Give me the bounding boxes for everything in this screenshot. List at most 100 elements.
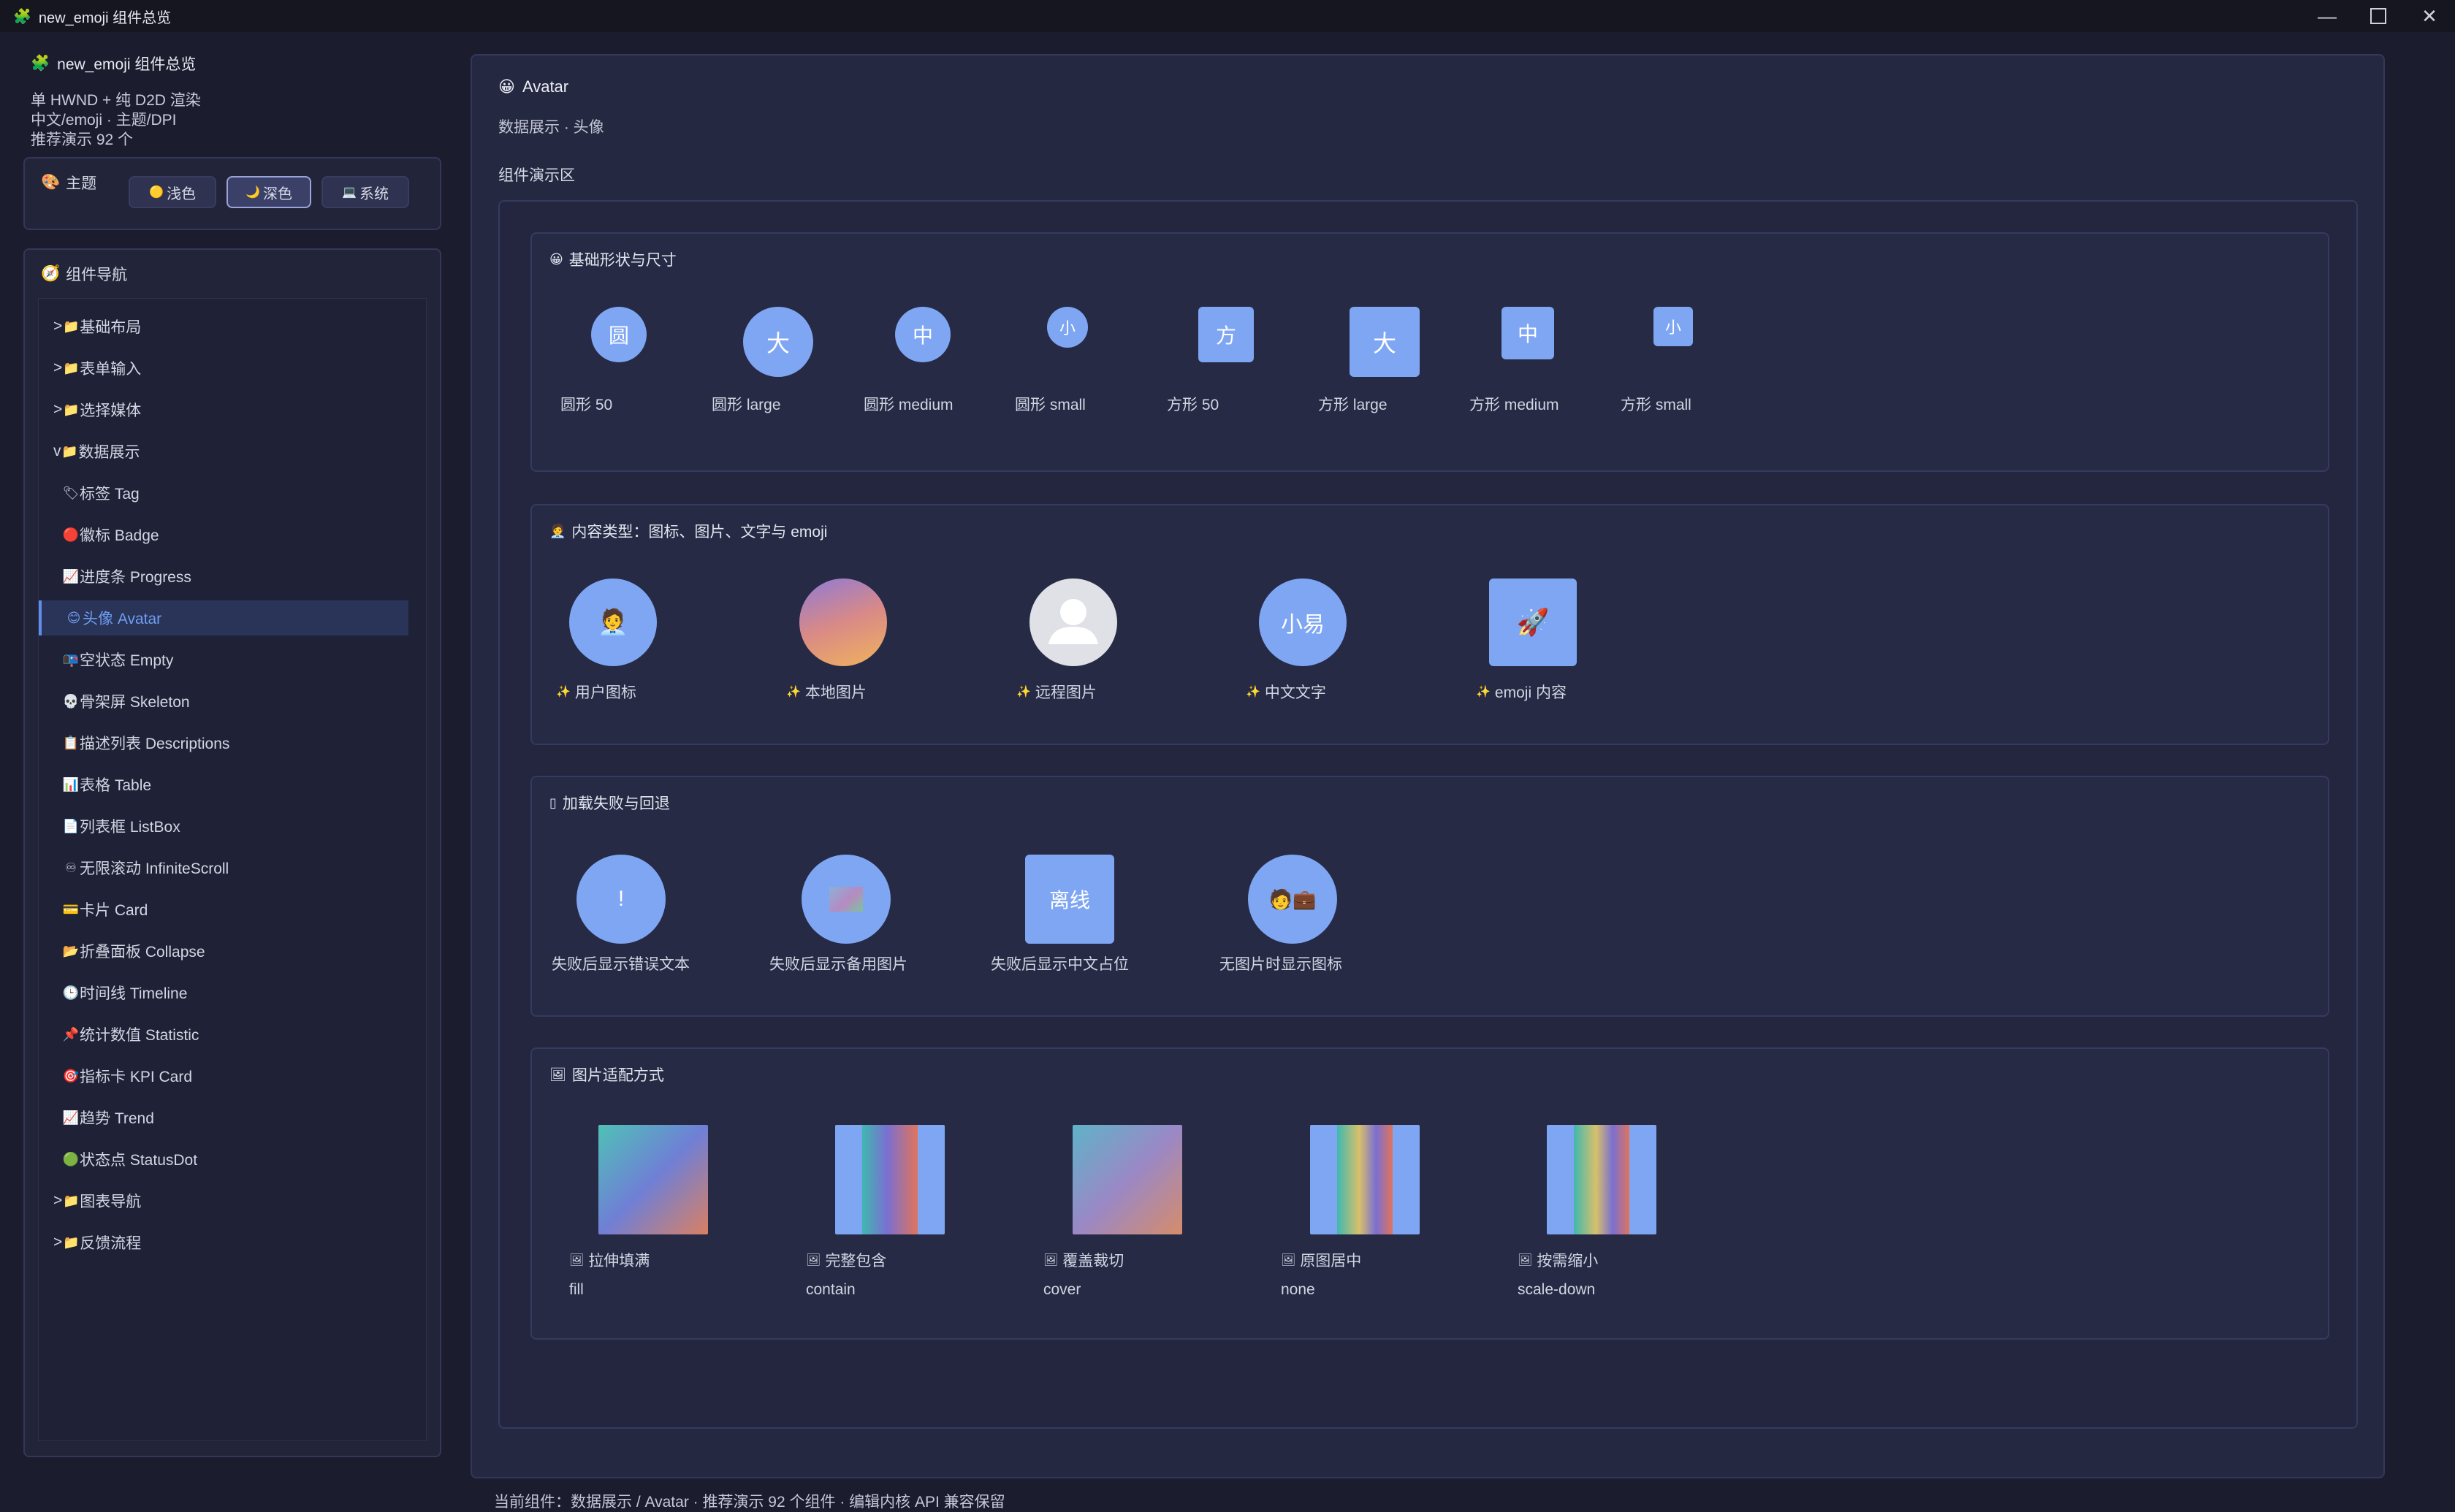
fit-mode-label: cover bbox=[1043, 1281, 1081, 1298]
nav-item-icon: 💀 bbox=[62, 693, 80, 709]
sidebar-item[interactable]: 🕒 时间线 Timeline bbox=[39, 975, 408, 1010]
avatar-offline-placeholder[interactable]: 离线 bbox=[1025, 855, 1114, 944]
avatar-circle-50[interactable]: 圆 bbox=[591, 307, 647, 362]
avatar-fit-cover[interactable] bbox=[1073, 1125, 1182, 1234]
sidebar-item[interactable]: 🟢 状态点 StatusDot bbox=[39, 1142, 408, 1177]
section-fallback: ▯ 加载失败与回退 ! 失败后显示错误文本 失败后显示备用图片 离线 失败后显示… bbox=[530, 776, 2329, 1017]
sidebar-title: new_emoji 组件总览 bbox=[57, 56, 197, 73]
maximize-icon bbox=[2370, 8, 2386, 24]
maximize-button[interactable] bbox=[2353, 0, 2404, 32]
close-button[interactable]: ✕ bbox=[2404, 0, 2455, 32]
sidebar-item-label: 无限滚动 InfiniteScroll bbox=[80, 860, 229, 877]
sidebar-item-label: 列表框 ListBox bbox=[80, 819, 180, 836]
avatar-caption-text: 原图居中 bbox=[1300, 1253, 1362, 1269]
avatar-caption: 🖼 覆盖裁切 bbox=[1043, 1249, 1124, 1271]
puzzle-icon: 🧩 bbox=[13, 8, 31, 25]
nav-item-icon: 🕒 bbox=[62, 985, 80, 1000]
chevron-right-icon: > bbox=[53, 1234, 63, 1251]
nav-item-icon: 🏷 bbox=[62, 485, 80, 500]
sidebar-item[interactable]: > 📁 图表导航 bbox=[39, 1183, 408, 1218]
avatar-caption: 🖼 完整包含 bbox=[806, 1249, 886, 1271]
avatar-caption: ✨ emoji 内容 bbox=[1476, 681, 1567, 703]
sidebar-item[interactable]: > 📁 基础布局 bbox=[39, 309, 408, 344]
theme-system-button[interactable]: 💻 系统 bbox=[321, 176, 409, 208]
sidebar-item[interactable]: 📋 描述列表 Descriptions bbox=[39, 725, 408, 760]
nav-item-icon: 📭 bbox=[62, 652, 80, 667]
sidebar-item[interactable]: > 📁 表单输入 bbox=[39, 351, 408, 386]
avatar-remote-image[interactable] bbox=[1029, 579, 1117, 666]
sidebar-item[interactable]: v 📁 数据展示 bbox=[39, 434, 408, 469]
sun-icon: 🟡 bbox=[149, 186, 164, 199]
sparkle-icon: ✨ bbox=[1016, 686, 1031, 698]
theme-light-button[interactable]: 🟡 浅色 bbox=[129, 176, 216, 208]
avatar-fit-fill[interactable] bbox=[598, 1125, 708, 1234]
sidebar-item[interactable]: 📄 列表框 ListBox bbox=[39, 809, 408, 844]
avatar-circle-large[interactable]: 大 bbox=[743, 307, 813, 377]
sidebar-item[interactable]: 💀 骨架屏 Skeleton bbox=[39, 684, 408, 719]
picture-icon: 🖼 bbox=[549, 1066, 566, 1082]
avatar-local-image[interactable] bbox=[799, 579, 887, 666]
sidebar-item[interactable]: 💳 卡片 Card bbox=[39, 892, 408, 927]
avatar-fit-scale-down[interactable] bbox=[1547, 1125, 1656, 1234]
sidebar-item[interactable]: 🏷 标签 Tag bbox=[39, 476, 408, 511]
sidebar-item[interactable]: > 📁 选择媒体 bbox=[39, 392, 408, 427]
avatar-emoji[interactable]: 🚀 bbox=[1489, 579, 1577, 666]
nav-item-icon: 📊 bbox=[62, 776, 80, 792]
fit-mode-label: none bbox=[1281, 1281, 1315, 1298]
chevron-right-icon: > bbox=[53, 318, 63, 335]
title-bar: 🧩 new_emoji 组件总览 — ✕ bbox=[0, 0, 2455, 32]
image-content bbox=[862, 1125, 918, 1234]
sidebar-item[interactable]: 📊 表格 Table bbox=[39, 767, 408, 802]
sidebar-item[interactable]: 🔴 徽标 Badge bbox=[39, 517, 408, 552]
sidebar-item-label: 反馈流程 bbox=[80, 1235, 142, 1252]
avatar-square-50[interactable]: 方 bbox=[1198, 307, 1254, 362]
avatar-caption: 圆形 large bbox=[712, 397, 781, 413]
avatar-caption-text: 中文文字 bbox=[1264, 684, 1326, 701]
avatar-circle-medium[interactable]: 中 bbox=[895, 307, 951, 362]
avatar-caption: 方形 50 bbox=[1167, 397, 1219, 413]
theme-button-label: 浅色 bbox=[166, 186, 196, 202]
nav-item-icon: 📁 bbox=[63, 1234, 80, 1250]
sidebar-item[interactable]: ♾ 无限滚动 InfiniteScroll bbox=[39, 850, 408, 885]
avatar-square-medium[interactable]: 中 bbox=[1501, 307, 1554, 359]
avatar-caption-text: 完整包含 bbox=[825, 1253, 887, 1269]
avatar-user-icon[interactable]: 🧑‍💼 bbox=[569, 579, 657, 666]
avatar-square-small[interactable]: 小 bbox=[1653, 307, 1693, 346]
window-title: new_emoji 组件总览 bbox=[38, 9, 172, 26]
sidebar-item-label: 表格 Table bbox=[80, 777, 152, 794]
sidebar-item-label: 进度条 Progress bbox=[80, 569, 191, 586]
sidebar-item[interactable]: 📂 折叠面板 Collapse bbox=[39, 933, 408, 969]
smile-icon: 😀 bbox=[498, 77, 515, 96]
avatar-fit-none[interactable] bbox=[1310, 1125, 1420, 1234]
sidebar-item[interactable]: 📭 空状态 Empty bbox=[39, 642, 408, 677]
avatar-chinese-text[interactable]: 小易 bbox=[1259, 579, 1347, 666]
section-content-types: 🧑‍💼 内容类型：图标、图片、文字与 emoji 🧑‍💼 ✨ 用户图标 ✨ 本地… bbox=[530, 504, 2329, 745]
sidebar-item[interactable]: 🎯 指标卡 KPI Card bbox=[39, 1058, 408, 1093]
sidebar-item-label: 指标卡 KPI Card bbox=[80, 1069, 193, 1085]
avatar-fallback-image[interactable] bbox=[802, 855, 891, 944]
avatar-fallback-icon[interactable]: 🧑💼 bbox=[1248, 855, 1337, 944]
theme-dark-button[interactable]: 🌙 深色 bbox=[227, 176, 311, 208]
avatar-fit-contain[interactable] bbox=[835, 1125, 945, 1234]
avatar-error-text[interactable]: ! bbox=[576, 855, 666, 944]
picture-icon: 🖼 bbox=[569, 1254, 585, 1267]
sparkle-icon: ✨ bbox=[1246, 686, 1260, 698]
section-title-text: 内容类型：图标、图片、文字与 emoji bbox=[571, 524, 828, 541]
sidebar-header: 🧩 new_emoji 组件总览 bbox=[31, 53, 196, 75]
sidebar-item[interactable]: > 📁 反馈流程 bbox=[39, 1225, 408, 1260]
nav-item-icon: 😊 bbox=[66, 610, 81, 625]
sidebar-item[interactable]: 📈 进度条 Progress bbox=[39, 559, 408, 594]
avatar-caption: 失败后显示中文占位 bbox=[991, 956, 1129, 973]
sidebar-item[interactable]: 📌 统计数值 Statistic bbox=[39, 1017, 408, 1052]
avatar-circle-small[interactable]: 小 bbox=[1047, 307, 1088, 348]
section-title: 🧑‍💼 内容类型：图标、图片、文字与 emoji bbox=[549, 520, 827, 542]
avatar-caption-text: emoji 内容 bbox=[1494, 684, 1567, 701]
minimize-button[interactable]: — bbox=[2302, 0, 2353, 32]
sidebar-item[interactable]: 😊 头像 Avatar bbox=[39, 600, 408, 635]
avatar-caption: 圆形 small bbox=[1015, 397, 1086, 413]
nav-item-icon: 📁 bbox=[61, 443, 78, 459]
moon-icon: 🌙 bbox=[246, 186, 260, 199]
sidebar-item[interactable]: 📈 趋势 Trend bbox=[39, 1100, 408, 1135]
nav-tree[interactable]: > 📁 基础布局 > 📁 表单输入 > 📁 选择媒体 v 📁 数据展示 🏷 标签 Tag 🔴 徽标 Badge… bbox=[38, 298, 427, 1441]
avatar-square-large[interactable]: 大 bbox=[1350, 307, 1420, 377]
